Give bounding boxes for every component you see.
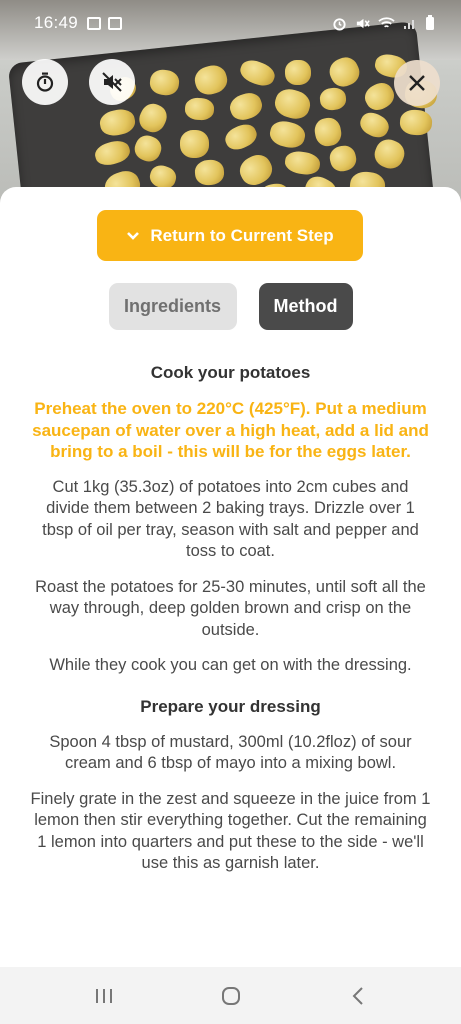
signal-icon: [404, 20, 414, 29]
method-content: Cook your potatoes Preheat the oven to 2…: [30, 363, 431, 889]
alarm-icon: [333, 17, 346, 31]
chevron-down-icon: [127, 231, 140, 240]
home-icon: [221, 986, 240, 1005]
back-icon: [352, 986, 363, 1005]
wifi-icon: [378, 17, 395, 28]
step-instruction: While they cook you can get on with the …: [49, 656, 412, 674]
return-button-label: Return to Current Step: [150, 225, 334, 245]
timer-button[interactable]: [22, 59, 68, 105]
close-icon: [409, 75, 425, 91]
status-time: 16:49: [34, 13, 79, 32]
tab-method[interactable]: Method: [258, 283, 353, 330]
back-button[interactable]: [338, 976, 378, 1016]
status-bar: 16:49: [0, 0, 461, 46]
recent-apps-icon: [95, 988, 112, 1003]
close-button[interactable]: [394, 60, 440, 106]
app-notification-icon: [108, 16, 123, 30]
battery-icon: [426, 15, 434, 30]
home-button[interactable]: [211, 976, 251, 1016]
step-instruction: Cut 1kg (35.3oz) of potatoes into 2cm cu…: [42, 477, 419, 561]
tab-ingredients[interactable]: Ingredients: [108, 283, 237, 330]
step-instruction: Roast the potatoes for 25-30 minutes, un…: [35, 577, 426, 639]
timer-icon: [36, 72, 54, 92]
mute-status-icon: [356, 18, 370, 28]
step-instruction: Finely grate in the zest and squeeze in …: [30, 789, 431, 873]
potato-chunk: [399, 108, 433, 137]
sound-off-icon: [102, 72, 122, 92]
potato-chunk: [184, 97, 215, 121]
step-instruction: Spoon 4 tbsp of mustard, 300ml (10.2floz…: [49, 732, 412, 773]
system-navigation-bar: [0, 967, 461, 1024]
gallery-notification-icon: [87, 16, 102, 30]
potato-chunk: [179, 129, 210, 159]
mute-button[interactable]: [89, 59, 135, 105]
potato-chunk: [284, 59, 312, 86]
recent-apps-button[interactable]: [84, 976, 124, 1016]
method-sheet: Return to Current Step Ingredients Metho…: [0, 187, 461, 967]
step-title: Cook your potatoes: [150, 363, 311, 382]
step-highlight-instruction: Preheat the oven to 220°C (425°F). Put a…: [32, 399, 429, 461]
status-right-icons: [332, 15, 435, 31]
return-to-current-step-button[interactable]: Return to Current Step: [97, 210, 363, 261]
step-title: Prepare your dressing: [140, 696, 321, 716]
recipe-tabs: Ingredients Method: [0, 283, 461, 330]
status-left-icons: [87, 16, 123, 30]
